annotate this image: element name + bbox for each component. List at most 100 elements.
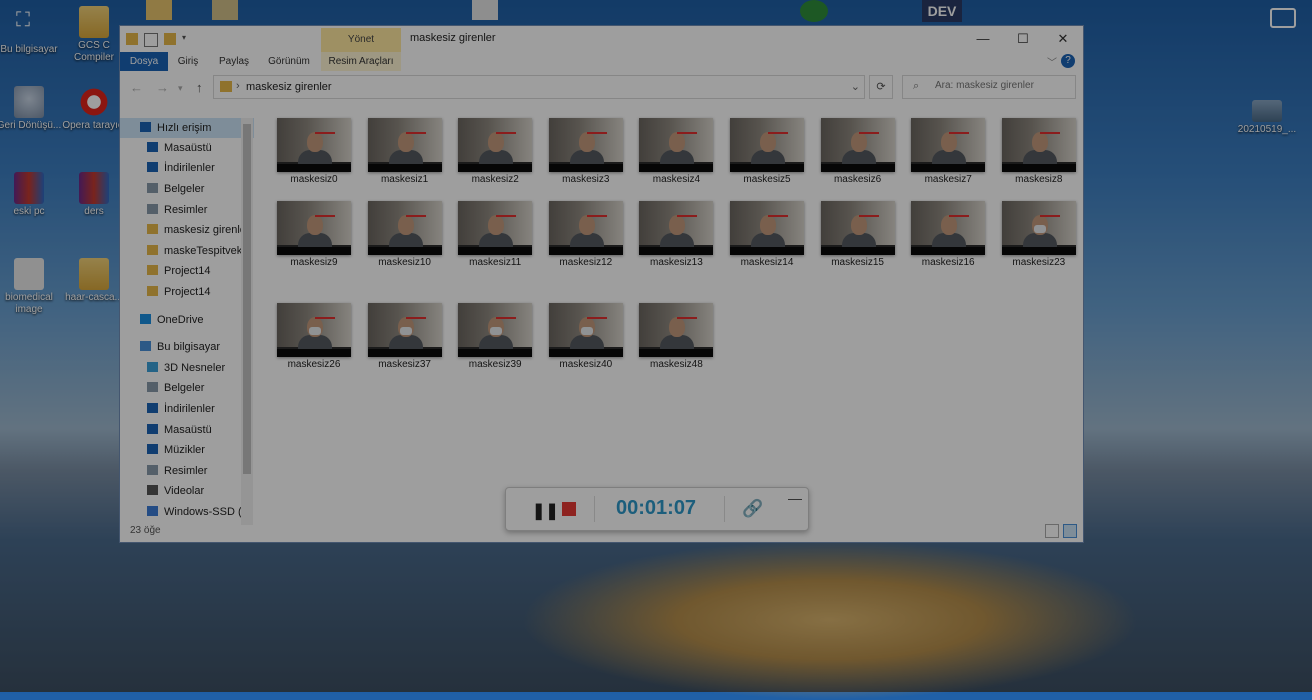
desktop-icon-image-file[interactable]: 20210519_...: [1232, 100, 1302, 136]
up-arrow-icon[interactable]: ↑: [196, 80, 203, 95]
sidebar-item[interactable]: maskeTespitvekt: [120, 241, 254, 261]
sidebar-item[interactable]: Belgeler📌: [120, 179, 254, 199]
tab-share[interactable]: Paylaş: [212, 52, 256, 71]
sidebar-item[interactable]: Masaüstü📌: [120, 138, 254, 158]
maximize-button[interactable]: ☐: [1003, 29, 1043, 51]
chevron-down-icon[interactable]: ▾: [178, 83, 183, 94]
wallpaper-sunset: [520, 540, 1140, 700]
forward-arrow-icon[interactable]: →: [156, 80, 169, 95]
sidebar-item[interactable]: İndirilenler📌: [120, 158, 254, 178]
desktop-icon-biomedical[interactable]: biomedical image: [0, 258, 64, 316]
file-item[interactable]: maskesiz15: [813, 195, 903, 275]
minimize-button[interactable]: —: [963, 29, 1003, 51]
file-item[interactable]: maskesiz39: [450, 297, 540, 377]
folder-icon[interactable]: [146, 0, 172, 20]
file-item[interactable]: maskesiz12: [541, 195, 631, 275]
sidebar-item[interactable]: Müzikler: [120, 440, 254, 460]
sidebar-item[interactable]: Resimler📌: [120, 200, 254, 220]
star-icon: [140, 122, 151, 132]
app-icon[interactable]: [800, 0, 828, 22]
window-switch-icon[interactable]: [1270, 8, 1296, 28]
file-name: maskesiz5: [722, 174, 812, 185]
sidebar-item[interactable]: Bu bilgisayar: [120, 337, 254, 357]
sidebar-scrollbar[interactable]: [241, 118, 253, 525]
image-thumbnail: [277, 303, 351, 357]
file-item[interactable]: maskesiz13: [631, 195, 721, 275]
winrar-icon: [79, 172, 109, 204]
desktop-icon-recycle-bin[interactable]: Geri Dönüşü...: [0, 86, 64, 132]
sidebar-item[interactable]: Masaüstü: [120, 420, 254, 440]
details-view-button[interactable]: [1045, 524, 1059, 538]
search-input[interactable]: [933, 79, 1077, 92]
new-folder-icon[interactable]: [164, 33, 176, 45]
search-box[interactable]: ⌕: [902, 75, 1076, 99]
tab-view[interactable]: Görünüm: [260, 52, 318, 71]
file-item[interactable]: maskesiz1: [360, 112, 450, 192]
file-item[interactable]: maskesiz6: [813, 112, 903, 192]
sidebar-item[interactable]: Belgeler: [120, 378, 254, 398]
file-item[interactable]: maskesiz40: [541, 297, 631, 377]
file-item[interactable]: maskesiz5: [722, 112, 812, 192]
file-item[interactable]: maskesiz26: [269, 297, 359, 377]
file-icon[interactable]: [472, 0, 498, 20]
file-item[interactable]: maskesiz2: [450, 112, 540, 192]
address-bar[interactable]: › maskesiz girenler ⌄: [213, 75, 865, 99]
file-item[interactable]: maskesiz11: [450, 195, 540, 275]
file-item[interactable]: maskesiz3: [541, 112, 631, 192]
sidebar-item[interactable]: Videolar: [120, 481, 254, 501]
file-name: maskesiz16: [903, 257, 993, 268]
file-item[interactable]: maskesiz9: [269, 195, 359, 275]
chevron-down-icon[interactable]: ﹀: [1047, 54, 1057, 69]
sidebar-item[interactable]: OneDrive: [120, 310, 254, 330]
file-name: maskesiz14: [722, 257, 812, 268]
back-arrow-icon[interactable]: ←: [130, 80, 143, 95]
desktop-icon-eski-pc[interactable]: eski pc: [0, 172, 64, 218]
file-item[interactable]: maskesiz16: [903, 195, 993, 275]
chevron-down-icon[interactable]: ⌄: [851, 80, 860, 93]
file-item[interactable]: maskesiz14: [722, 195, 812, 275]
pause-button[interactable]: ❚❚: [532, 501, 559, 521]
pc-icon: [140, 341, 151, 351]
scrollbar-thumb[interactable]: [243, 124, 251, 474]
folder-icon: [220, 81, 232, 92]
image-thumbnail: [911, 118, 985, 172]
tab-manage[interactable]: Yönet: [321, 28, 401, 52]
large-icons-view-button[interactable]: [1063, 524, 1077, 538]
chevron-right-icon[interactable]: ›: [236, 80, 240, 92]
file-item[interactable]: maskesiz0: [269, 112, 359, 192]
stop-button[interactable]: [562, 502, 576, 516]
help-icon[interactable]: ?: [1061, 54, 1075, 68]
video-icon: [147, 485, 158, 495]
dev-app-icon[interactable]: DEV: [922, 0, 962, 22]
sidebar-item[interactable]: Windows-SSD (C: [120, 502, 254, 522]
file-item[interactable]: maskesiz23: [994, 195, 1084, 275]
file-item[interactable]: maskesiz37: [360, 297, 450, 377]
sidebar-item[interactable]: 3D Nesneler: [120, 358, 254, 378]
sidebar-item[interactable]: Project14: [120, 282, 254, 302]
file-grid: maskesiz0maskesiz1maskesiz2maskesiz3mask…: [256, 112, 1083, 522]
minimize-recorder-button[interactable]: —: [788, 490, 802, 506]
tab-file[interactable]: Dosya: [120, 52, 168, 71]
file-item[interactable]: maskesiz4: [631, 112, 721, 192]
properties-icon[interactable]: [144, 33, 158, 47]
refresh-button[interactable]: ⟳: [869, 75, 893, 99]
sidebar-item[interactable]: Hızlı erişim: [120, 118, 254, 138]
tab-home[interactable]: Giriş: [168, 52, 208, 71]
chevron-down-icon[interactable]: ▾: [182, 33, 190, 45]
file-item[interactable]: maskesiz8: [994, 112, 1084, 192]
link-icon[interactable]: 🔗: [742, 499, 763, 519]
sidebar-item[interactable]: İndirilenler: [120, 399, 254, 419]
sidebar-item[interactable]: Resimler: [120, 461, 254, 481]
sidebar-item[interactable]: maskesiz girenle: [120, 220, 254, 240]
file-item[interactable]: maskesiz10: [360, 195, 450, 275]
tab-picture-tools[interactable]: Resim Araçları: [321, 52, 401, 71]
file-item[interactable]: maskesiz48: [631, 297, 721, 377]
documents-icon: [147, 382, 158, 392]
file-icon[interactable]: [212, 0, 238, 20]
sidebar-item-label: Belgeler: [164, 183, 204, 195]
sidebar-item[interactable]: Project14: [120, 261, 254, 281]
file-item[interactable]: maskesiz7: [903, 112, 993, 192]
close-button[interactable]: ✕: [1043, 29, 1083, 51]
desktop-icon-this-pc[interactable]: Bu bilgisayar: [0, 10, 64, 56]
address-path[interactable]: maskesiz girenler: [246, 81, 332, 93]
